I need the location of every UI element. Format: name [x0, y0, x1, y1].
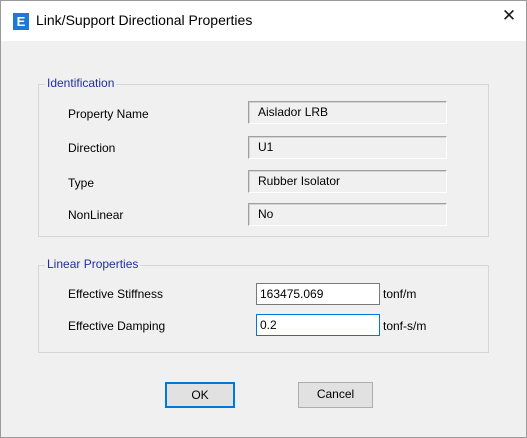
effective-damping-unit: tonf-s/m [383, 319, 427, 333]
type-label: Type [68, 176, 95, 190]
window-title: Link/Support Directional Properties [36, 12, 253, 28]
close-icon[interactable]: ✕ [492, 1, 526, 33]
property-name-value: Aislador LRB [248, 101, 447, 124]
nonlinear-label: NonLinear [68, 208, 124, 222]
nonlinear-value: No [248, 203, 447, 226]
effective-damping-label: Effective Damping [68, 319, 166, 333]
app-icon: E [13, 13, 29, 30]
linear-properties-group: Linear Properties [38, 257, 489, 353]
effective-stiffness-input[interactable]: 163475.069 [256, 283, 380, 305]
property-name-label: Property Name [68, 107, 149, 121]
effective-stiffness-unit: tonf/m [383, 287, 417, 301]
effective-stiffness-label: Effective Stiffness [68, 287, 163, 301]
direction-label: Direction [68, 141, 116, 155]
identification-legend: Identification [45, 76, 117, 90]
title-bar[interactable]: E Link/Support Directional Properties ✕ [1, 1, 526, 41]
direction-value: U1 [248, 136, 447, 159]
ok-button[interactable]: OK [165, 382, 235, 408]
effective-damping-input[interactable]: 0.2 [256, 314, 380, 336]
cancel-button[interactable]: Cancel [298, 382, 373, 408]
type-value: Rubber Isolator [248, 170, 447, 193]
dialog-window: E Link/Support Directional Properties ✕ … [0, 0, 527, 438]
linear-properties-legend: Linear Properties [45, 257, 141, 271]
